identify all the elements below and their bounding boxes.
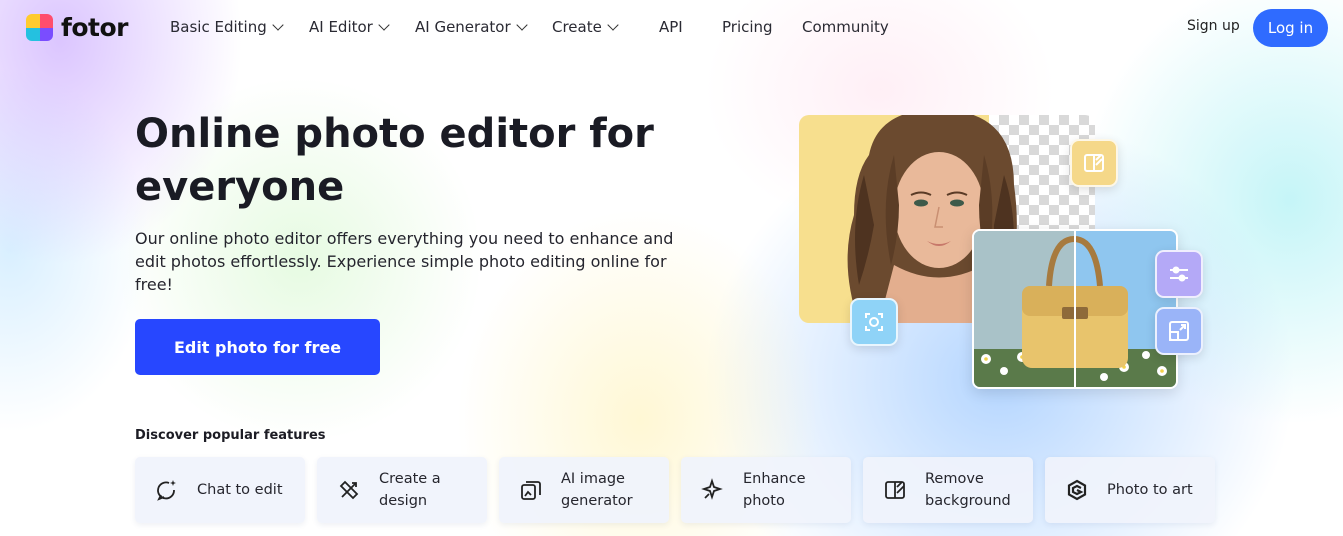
photo-to-art-icon — [1067, 479, 1087, 501]
nav-label: API — [659, 18, 683, 36]
handbag-image — [972, 229, 1178, 389]
feature-label: Chat to edit — [197, 482, 283, 498]
feature-ai-image-generator[interactable]: AI image generator — [499, 457, 669, 523]
sign-up-link[interactable]: Sign up — [1187, 18, 1240, 34]
logo-mark-icon — [26, 14, 53, 41]
nav-label: Pricing — [722, 18, 773, 36]
feature-label: AI image generator — [561, 471, 633, 509]
hero-description: Our online photo editor offers everythin… — [135, 229, 674, 294]
nav-api[interactable]: API — [659, 18, 683, 36]
chevron-down-icon — [378, 19, 390, 31]
chevron-down-icon — [607, 19, 619, 31]
nav-label: Community — [802, 18, 889, 36]
feature-label: Remove background — [925, 471, 1011, 509]
resize-icon — [1155, 307, 1203, 355]
chevron-down-icon — [272, 19, 284, 31]
feature-remove-background[interactable]: Remove background — [863, 457, 1033, 523]
feature-create-a-design[interactable]: Create a design — [317, 457, 487, 523]
nav-pricing[interactable]: Pricing — [722, 18, 773, 36]
feature-chat-to-edit[interactable]: Chat to edit — [135, 457, 305, 523]
feature-enhance-photo[interactable]: Enhance photo — [681, 457, 851, 523]
nav-basic-editing[interactable]: Basic Editing — [170, 18, 284, 36]
rotate-crop-icon — [850, 298, 898, 346]
nav-ai-generator[interactable]: AI Generator — [415, 18, 528, 36]
nav-ai-editor[interactable]: AI Editor — [309, 18, 390, 36]
split-compare-icon — [1070, 139, 1118, 187]
edit-photo-for-free-button[interactable]: Edit photo for free — [135, 319, 380, 375]
feature-label: Create a design — [379, 471, 441, 509]
adjust-sliders-icon — [1155, 250, 1203, 298]
remove-background-icon — [885, 481, 905, 499]
feature-label: Photo to art — [1107, 482, 1193, 498]
enhance-sparkle-icon — [701, 478, 723, 500]
nav-label: Basic Editing — [170, 18, 267, 36]
features-heading: Discover popular features — [135, 428, 326, 443]
nav-label: Create — [552, 18, 602, 36]
chat-sparkle-icon — [157, 480, 176, 501]
hero-title: Online photo editor for everyone — [135, 111, 654, 210]
design-tools-icon — [339, 480, 359, 500]
nav-create[interactable]: Create — [552, 18, 619, 36]
feature-label: Enhance photo — [743, 471, 806, 509]
top-navigation: fotor Basic Editing AI Editor AI Generat… — [0, 0, 1343, 54]
log-in-button[interactable]: Log in — [1253, 9, 1328, 47]
logo-text: fotor — [61, 13, 129, 42]
ai-image-icon — [521, 481, 541, 500]
nav-label: AI Editor — [309, 18, 373, 36]
fotor-logo[interactable]: fotor — [26, 13, 129, 42]
nav-community[interactable]: Community — [802, 18, 889, 36]
feature-photo-to-art[interactable]: Photo to art — [1045, 457, 1215, 523]
chevron-down-icon — [515, 19, 528, 31]
nav-label: AI Generator — [415, 18, 511, 36]
